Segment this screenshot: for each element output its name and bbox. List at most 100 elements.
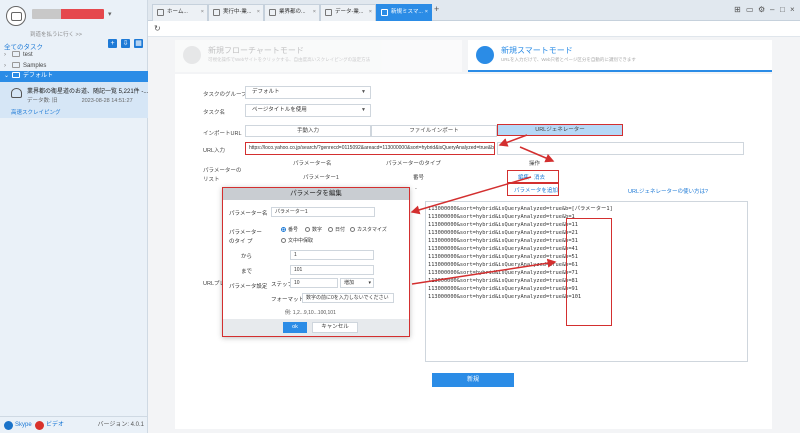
import-manual-tab[interactable]: 手動入力 [245, 125, 371, 137]
tab-label: 新規ミスマ... [391, 9, 423, 15]
type-radio-date[interactable]: 日付 [328, 226, 345, 233]
task-name-label: タスク名 [203, 110, 226, 116]
edit-parameter-dialog: パラメータを編集 パラメーター名 パラメーター1 パラメーターのタイ プ 番号 … [222, 187, 410, 337]
group-select[interactable]: デフォルト ▼ [245, 86, 371, 99]
skype-link[interactable]: Skype [15, 417, 32, 433]
add-tab-icon[interactable]: + [434, 4, 439, 14]
close-icon[interactable]: × [369, 5, 372, 20]
param-list-label: パラメーターのリスト [203, 168, 242, 183]
cancel-button[interactable]: キャンセル [312, 322, 358, 333]
mode-description: 可視化操作でWebサイトをクリックする、自由度高いスクレイピングの設定方法 [208, 57, 371, 62]
grid-view-icon[interactable]: ▦ [134, 39, 143, 48]
close-icon[interactable]: × [425, 5, 428, 20]
sidebar-footer: Skype ビデオ バージョン: 4.0.1 [0, 416, 148, 433]
folder-label: test [23, 52, 33, 58]
param-edit-link[interactable]: 編集 [518, 173, 529, 181]
page-icon [269, 9, 276, 16]
url-input-tail[interactable] [497, 142, 744, 155]
task-name-select[interactable]: ページタイトルを使用 ▼ [245, 104, 371, 117]
param-header-ops: 操作 [529, 161, 541, 167]
tab-data[interactable]: データ-業... × [320, 4, 376, 21]
tab-label: 業界都の... [279, 9, 306, 15]
import-url-label: インポートURL [203, 131, 242, 137]
mode-card-flowchart[interactable]: 新規フローチャートモード 可視化操作でWebサイトをクリックする、自由度高いスク… [175, 40, 462, 72]
chevron-right-icon: › [4, 52, 6, 58]
param-type-label: パラメーターのタイ プ [229, 230, 262, 245]
radio-icon [350, 227, 355, 232]
message-icon[interactable]: ▭ [746, 5, 754, 14]
minimize-icon[interactable]: – [770, 5, 774, 14]
task-mode-label: 高速スクレイピング [11, 110, 61, 116]
refresh-icon[interactable]: ↻ [154, 24, 161, 33]
tab-home[interactable]: ホーム... × [152, 4, 208, 21]
new-button[interactable]: 新規 [432, 373, 514, 387]
type-radio-number[interactable]: 番号 [281, 226, 298, 233]
add-param-button[interactable]: パラメータを追加 [514, 186, 558, 194]
tab-task[interactable]: 業界都の... × [264, 4, 320, 21]
user-name-redacted[interactable] [32, 9, 104, 19]
import-icon[interactable]: ⇩ [121, 39, 130, 48]
radio-icon [281, 227, 286, 232]
caret-down-icon: ▼ [361, 89, 366, 95]
maximize-icon[interactable]: □ [780, 5, 785, 14]
type-radio-custom[interactable]: カスタマイズ [350, 226, 387, 233]
to-input[interactable]: 101 [290, 265, 374, 275]
page-icon [381, 9, 388, 16]
caret-down-icon: ▼ [361, 107, 366, 113]
param-name-input[interactable]: パラメーター1 [271, 207, 375, 217]
tab-running[interactable]: 実行中-業... × [208, 4, 264, 21]
param-header-name: パラメーター名 [293, 161, 332, 167]
gift-icon[interactable]: ⊞ [734, 5, 741, 14]
radio-icon [328, 227, 333, 232]
radio-label: カスタマイズ [357, 227, 387, 233]
tree-folder-default[interactable]: ⌄ デフォルト [0, 71, 148, 82]
task-list-item[interactable]: 業界都の衛星道のお道、随記一覧 5,221件 -... データ数: 旧 2023-… [0, 82, 148, 118]
param-row2-type: - [415, 186, 417, 192]
sidebar-subtitle-link[interactable]: 到道を払うに行く >> [30, 30, 82, 38]
page-icon [325, 9, 332, 16]
step-input[interactable]: 10 [290, 278, 338, 288]
settings-icon[interactable]: ⚙ [758, 5, 765, 14]
step-direction-select[interactable]: 増加 ▾ [340, 278, 374, 288]
generator-help-link[interactable]: URLジェネレーターの使い方は? [628, 187, 708, 195]
group-value: デフォルト [252, 89, 280, 95]
import-generator-tab[interactable]: URLジェネレーター [497, 124, 623, 136]
task-timestamp: 2023-08-28 14:51:27 [81, 98, 133, 104]
tab-label: ホーム... [167, 9, 188, 15]
chevron-down-icon: ⌄ [4, 73, 10, 79]
task-title: 業界都の衛星道のお道、随記一覧 5,221件 -... [27, 89, 149, 95]
ok-button[interactable]: ok [283, 322, 307, 333]
radio-label: 番号 [288, 227, 299, 233]
tree-folder-test[interactable]: › test [0, 50, 148, 61]
mode-card-smart[interactable]: 新規スマートモード URLを入力だけで、Web只者とページ区分を自動的に識別でき… [468, 40, 772, 72]
param-header-type: パラメーターのタイプ [386, 161, 441, 167]
format-select[interactable]: 数字の前に0を入力しないでください [302, 293, 394, 303]
toolbar: ↻ [148, 21, 800, 37]
dialog-footer: ok キャンセル [223, 319, 409, 336]
format-example: 例: 1,2...9,10...100,101 [285, 310, 336, 316]
chevron-down-icon[interactable]: ▾ [108, 10, 112, 18]
task-data-count: データ数: 旧 [27, 98, 58, 104]
import-file-tab[interactable]: ファイルインポート [371, 125, 497, 137]
type-radio-extract[interactable]: 文中中保取 [281, 237, 313, 244]
format-label: フォーマット [271, 297, 305, 303]
video-link[interactable]: ビデオ [46, 417, 64, 433]
type-radio-digit[interactable]: 数字 [305, 226, 322, 233]
video-icon[interactable] [35, 421, 44, 430]
url-preview-line: 113000000&sort=hybrid&isQueryAnalyzed=tr… [428, 206, 613, 212]
new-folder-icon[interactable]: + [108, 39, 117, 48]
tab-label: データ-業... [335, 9, 364, 15]
close-icon[interactable]: × [201, 5, 204, 20]
close-window-icon[interactable]: × [790, 5, 795, 14]
close-icon[interactable]: × [257, 5, 260, 20]
param-delete-link[interactable]: 消去 [534, 173, 545, 181]
close-icon[interactable]: × [313, 5, 316, 20]
from-input[interactable]: 1 [290, 250, 374, 260]
skype-icon[interactable] [4, 421, 13, 430]
url-input[interactable]: https://loco.yahoo.co.jp/search/?genrecd… [245, 142, 495, 155]
step-direction-value: 増加 [344, 280, 355, 286]
mode-title: 新規スマートモード [501, 46, 573, 55]
group-label: タスクのグループ [203, 92, 247, 98]
tab-new-smart[interactable]: 新規ミスマ... × [376, 4, 432, 21]
tab-label: 実行中-業... [223, 9, 252, 15]
